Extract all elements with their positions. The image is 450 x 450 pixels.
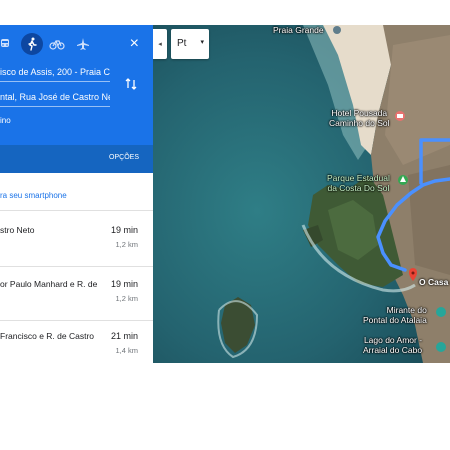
route-distance: 1,4 km: [115, 346, 138, 355]
options-button[interactable]: OPÇÕES: [109, 154, 139, 161]
place-label-mirante[interactable]: Mirante do Pontal do Atalaia: [363, 305, 427, 325]
route-name: Francisco e R. de Castro: [0, 331, 95, 341]
route-option[interactable]: stro Neto 19 min 1,2 km: [0, 225, 153, 275]
map-layer-value: Pt: [177, 38, 187, 49]
flight-icon[interactable]: [72, 33, 94, 55]
route-distance: 1,2 km: [115, 240, 138, 249]
route-option[interactable]: or Paulo Manhard e R. de 19 min 1,2 km: [0, 279, 153, 329]
route-name: stro Neto: [0, 225, 35, 235]
place-label-parque[interactable]: Parque Estadual da Costa Do Sol: [327, 173, 390, 193]
options-bar: OPÇÕES: [0, 145, 153, 173]
destination-label[interactable]: O Casa do: [419, 277, 450, 287]
route-time: 19 min: [110, 279, 138, 289]
chevron-down-icon: ▾: [200, 39, 204, 46]
swap-icon[interactable]: [124, 77, 138, 91]
place-label-praia-grande[interactable]: Praia Grande: [273, 25, 324, 35]
bike-icon[interactable]: [46, 33, 68, 55]
send-to-phone-link[interactable]: ra seu smartphone: [0, 191, 67, 200]
walk-icon[interactable]: [21, 33, 43, 55]
route-distance: 1,2 km: [115, 294, 138, 303]
route-via-text: ino: [0, 116, 11, 125]
origin-field[interactable]: isco de Assis, 200 - Praia C: [0, 63, 110, 82]
train-icon[interactable]: [0, 33, 16, 55]
route-time: 19 min: [110, 225, 138, 235]
place-label-hotel[interactable]: Hotel Pousada Caminho do Sol: [329, 108, 389, 128]
satellite-map[interactable]: ◂ Pt ▾ Praia Grande Hotel Pousada Caminh…: [153, 25, 450, 363]
route-name: or Paulo Manhard e R. de: [0, 279, 98, 289]
divider: [0, 320, 153, 321]
route-option[interactable]: Francisco e R. de Castro 21 min 1,4 km: [0, 331, 153, 363]
directions-header: × isco de Assis, 200 - Praia C ntal, Rua…: [0, 25, 153, 173]
place-label-lago[interactable]: Lago do Amor - Arraial do Cabo: [363, 335, 422, 355]
route-time: 21 min: [110, 331, 138, 341]
close-icon[interactable]: ×: [130, 35, 139, 53]
collapse-panel-button[interactable]: ◂: [153, 29, 167, 59]
destination-field[interactable]: ntal, Rua José de Castro Ne: [0, 88, 110, 107]
divider: [0, 266, 153, 267]
divider: [0, 210, 153, 211]
directions-panel: × isco de Assis, 200 - Praia C ntal, Rua…: [0, 25, 153, 363]
map-layer-select[interactable]: Pt ▾: [171, 29, 209, 59]
